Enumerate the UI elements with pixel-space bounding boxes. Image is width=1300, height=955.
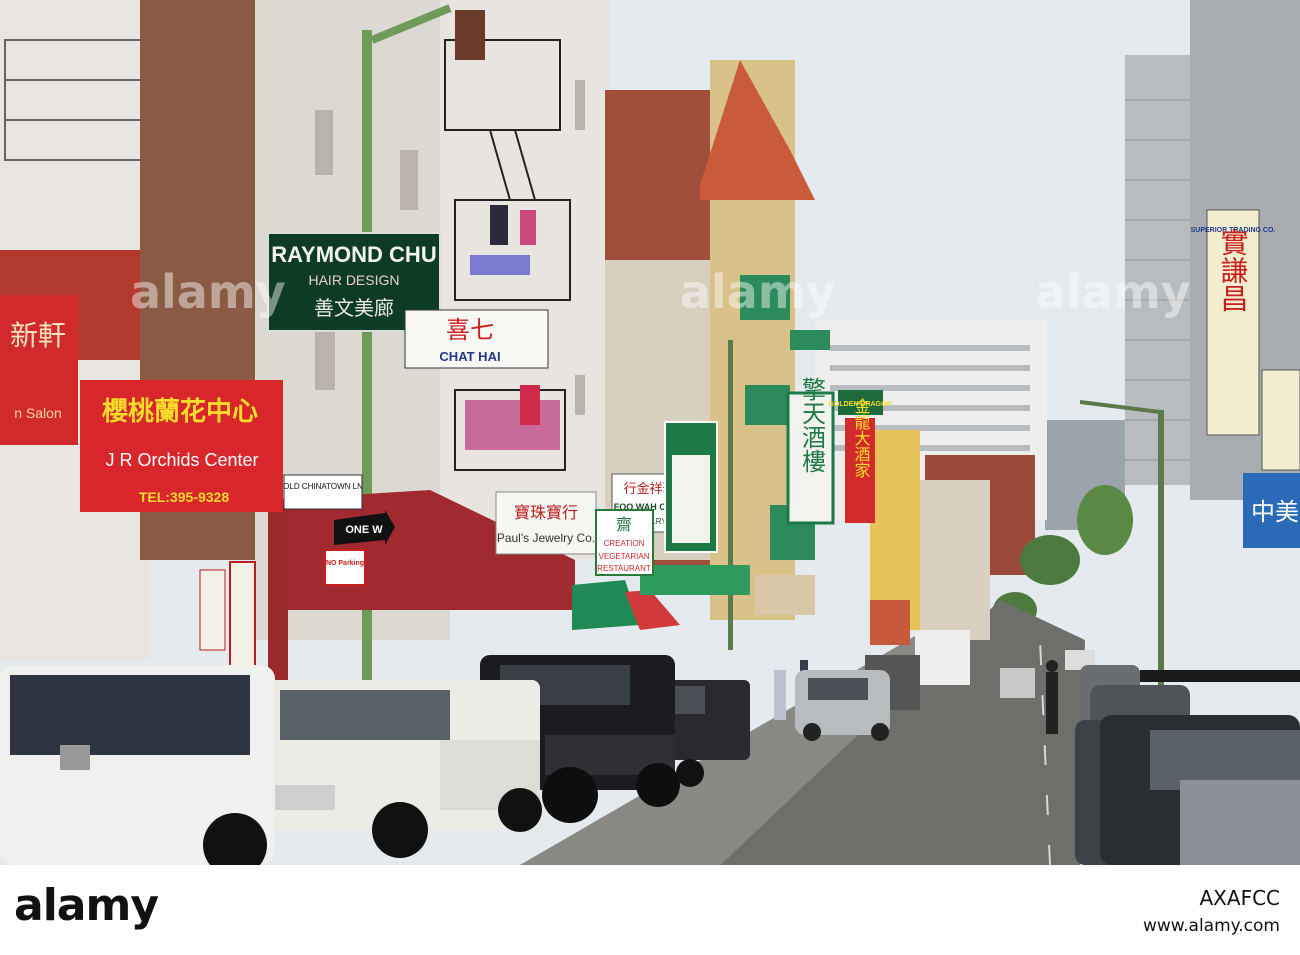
chat-hai-text: CHAT HAI — [439, 349, 500, 364]
image-id: AXAFCC — [1199, 886, 1281, 910]
chat-hai-chinese: 喜七 — [446, 317, 494, 344]
street-photo: RAYMOND CHU HAIR DESIGN 善文美廊 喜七 CHAT HAI… — [0, 0, 1300, 865]
silver-minivan — [795, 670, 890, 741]
salon-sign-bg — [0, 295, 78, 445]
tall-green-chinese: 擎天酒樓 — [798, 377, 826, 473]
green-storefront — [640, 565, 750, 595]
restaurant-text: RESTAURANT — [597, 564, 651, 573]
vegetarian-chinese: 齋 — [616, 516, 632, 534]
watermark-3: alamy — [1035, 265, 1191, 319]
center-pole — [728, 340, 733, 650]
creation-text: CREATION — [604, 539, 645, 548]
no-parking-sign — [324, 549, 366, 586]
right-pole — [1158, 410, 1164, 690]
salon-partial: n Salon — [14, 405, 61, 421]
golden-dragon-chinese: 金龍大酒家 — [852, 398, 871, 478]
one-way-text: ONE W — [345, 524, 383, 536]
orchids-tel: TEL:395-9328 — [139, 489, 229, 505]
no-parking-text: NO Parking — [326, 560, 364, 567]
trees — [1020, 535, 1080, 585]
raymond-chu-text: RAYMOND CHU — [271, 242, 436, 267]
raymond-chinese-text: 善文美廊 — [314, 297, 394, 320]
blue-sign-chinese: 中美 — [1251, 499, 1299, 526]
vegetarian-text: VEGETARIAN — [599, 552, 650, 561]
orchids-chinese: 櫻桃蘭花中心 — [101, 396, 258, 426]
salon-chinese: 新軒 — [10, 320, 66, 351]
pauls-chinese: 寶珠寶行 — [514, 503, 578, 522]
white-suv — [0, 665, 275, 865]
footer-bar — [0, 865, 1300, 955]
alamy-url: www.alamy.com — [1142, 916, 1280, 936]
watermark-2: alamy — [680, 265, 836, 319]
alamy-logo: alamy — [14, 880, 159, 931]
old-chinatown-sign-bg — [283, 474, 363, 510]
watermark-1: alamy — [130, 265, 286, 319]
pauls-jewelry-text: Paul's Jewelry Co. — [497, 531, 595, 545]
superior-chinese: 實謙昌 — [1218, 228, 1249, 312]
orchids-name: J R Orchids Center — [105, 450, 258, 470]
old-chinatown-text: OLD CHINATOWN LN — [283, 482, 363, 491]
hair-design-text: HAIR DESIGN — [308, 272, 399, 288]
